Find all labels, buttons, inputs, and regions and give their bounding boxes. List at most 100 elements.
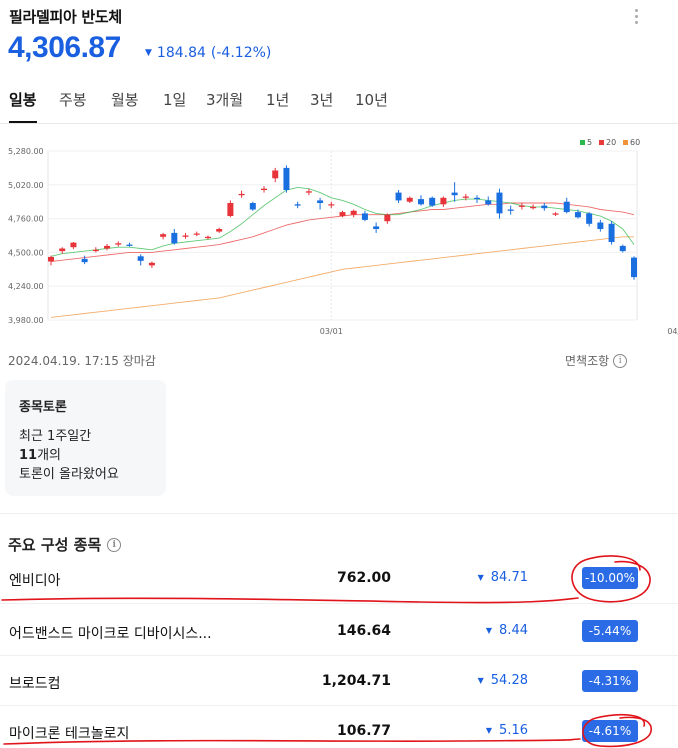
vertical-ellipsis-icon[interactable]: [628, 6, 644, 26]
x-tick-label: 04/01: [667, 327, 678, 336]
info-circle-icon[interactable]: i: [107, 537, 122, 552]
stock-change-badge: -5.44%: [582, 620, 638, 642]
candle: [384, 213, 391, 224]
y-tick-label: 4,500.00: [8, 248, 44, 257]
stock-name: 마이크론 테크놀로지: [9, 726, 130, 742]
stock-change-value: 84.71: [490, 570, 528, 585]
candle-body: [305, 191, 312, 193]
y-tick-label: 4,240.00: [8, 282, 44, 291]
legend-swatch: [599, 140, 604, 145]
candle: [193, 231, 200, 237]
candle: [70, 242, 77, 250]
stock-price: 1,204.71: [321, 673, 391, 689]
change-percent: (-4.12%): [210, 45, 272, 61]
legend-swatch: [580, 140, 585, 145]
candle-body: [238, 193, 245, 196]
candle-body: [406, 197, 413, 202]
candle-body: [182, 235, 189, 237]
candle-body: [59, 248, 66, 252]
candle: [115, 241, 122, 247]
stock-change-value: 8.44: [499, 623, 528, 638]
discussion-count-suffix: 개의: [37, 448, 62, 463]
candle: [586, 212, 593, 227]
stock-price: 106.77: [336, 723, 391, 739]
candle-body: [92, 249, 99, 252]
candle: [619, 244, 626, 253]
candle: [429, 196, 436, 207]
info-circle-icon: i: [613, 353, 628, 368]
y-tick-label: 5,020.00: [8, 181, 44, 190]
candle: [171, 229, 178, 245]
candle-body: [361, 213, 368, 220]
candle-body: [373, 226, 380, 229]
candle-body: [474, 197, 481, 200]
candle: [440, 196, 447, 207]
discussion-count: 11: [19, 448, 38, 463]
candle-body: [328, 204, 335, 206]
stock-row-amd[interactable]: 어드밴스드 마이크로 디바이시스... 146.64 ▼ 8.44 -5.44%: [0, 608, 678, 656]
candle-body: [339, 212, 346, 216]
candle: [182, 232, 189, 239]
discussion-count-line: 11개의: [19, 446, 152, 465]
candle: [406, 196, 413, 203]
candle-body: [204, 236, 211, 239]
candle: [317, 197, 324, 210]
candle-body: [429, 197, 436, 206]
candle: [485, 196, 492, 206]
candle: [350, 209, 357, 218]
candle: [249, 201, 256, 211]
tab-3months[interactable]: 3개월: [206, 86, 243, 123]
candle: [160, 232, 167, 240]
candle: [261, 186, 268, 193]
candle: [507, 205, 514, 215]
stock-row-micron[interactable]: 마이크론 테크놀로지 106.77 ▼ 5.16 -4.61%: [0, 708, 678, 748]
down-triangle-icon: ▼: [477, 573, 484, 582]
components-title: 주요 구성 종목: [8, 536, 102, 554]
candle-body: [541, 205, 548, 209]
candle-body: [160, 234, 167, 237]
stock-change: ▼ 84.71: [478, 570, 528, 585]
candle-body: [261, 188, 268, 190]
candle: [272, 167, 279, 183]
candle: [395, 190, 402, 203]
tab-3years[interactable]: 3년: [310, 86, 333, 123]
legend-label: 5: [587, 138, 592, 147]
discussion-line1: 최근 1주일간: [19, 429, 92, 444]
tab-10years[interactable]: 10년: [355, 86, 388, 123]
y-tick-label: 5,280.00: [8, 147, 44, 156]
ma60-line: [50, 236, 634, 318]
stock-row-nvidia[interactable]: 엔비디아 762.00 ▼ 84.71 -10.00%: [0, 555, 678, 603]
candle: [104, 243, 111, 251]
tab-1day[interactable]: 1일: [163, 86, 186, 123]
stock-row-broadcom[interactable]: 브로드컴 1,204.71 ▼ 54.28 -4.31%: [0, 658, 678, 706]
tab-1year[interactable]: 1년: [266, 86, 289, 123]
index-title: 필라델피아 반도체: [9, 8, 122, 26]
candle-body: [597, 222, 604, 229]
candle: [597, 219, 604, 232]
plot-border: [47, 150, 638, 321]
candle: [148, 261, 155, 268]
candle-body: [451, 192, 458, 196]
price-change: ▼ 184.84 (-4.12%): [145, 45, 271, 61]
candlestick-chart[interactable]: 5,280.00 5,020.00 4,760.00 4,500.00 4,240.00…: [0, 134, 678, 344]
tab-daily[interactable]: 일봉: [9, 86, 37, 123]
legend-label: 60: [630, 138, 640, 147]
candle: [216, 227, 223, 233]
candle-body: [216, 229, 223, 232]
candle: [227, 200, 234, 218]
tab-weekly[interactable]: 주봉: [59, 86, 87, 123]
discussion-card[interactable]: 종목토론 최근 1주일간 11개의 토론이 올라왔어요: [5, 380, 166, 496]
candle: [238, 190, 245, 198]
stock-change: ▼ 8.44: [486, 623, 528, 638]
candle-body: [619, 245, 626, 252]
tab-monthly[interactable]: 월봉: [111, 86, 139, 123]
candle-body: [193, 233, 200, 235]
stock-change-value: 54.28: [490, 673, 528, 688]
discussion-title: 종목토론: [19, 400, 67, 415]
candle-body: [272, 170, 279, 179]
candle-body: [137, 256, 144, 261]
candle-body: [317, 200, 324, 203]
discussion-line3: 토론이 올라왔어요: [19, 467, 119, 482]
candle: [126, 242, 133, 247]
disclaimer-link[interactable]: 면책조항 i: [565, 352, 628, 369]
